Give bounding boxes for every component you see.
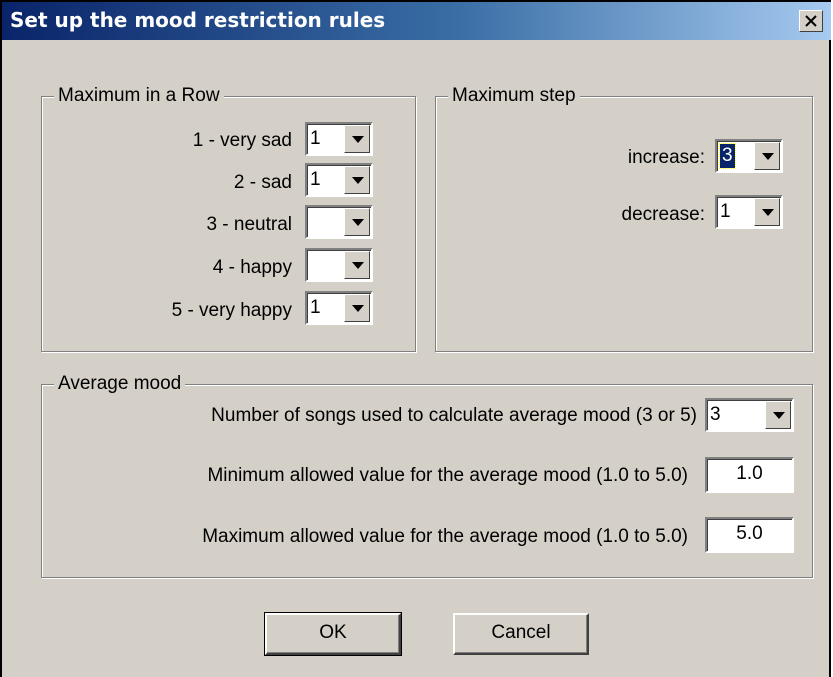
increase-dropdown-button[interactable] bbox=[754, 142, 780, 170]
happy-dropdown-button[interactable] bbox=[344, 251, 370, 279]
ok-button[interactable]: OK bbox=[264, 612, 402, 656]
very-happy-value: 1 bbox=[310, 297, 321, 318]
very-happy-dropdown-button[interactable] bbox=[344, 294, 370, 322]
increase-label: increase: bbox=[627, 147, 705, 168]
min-average-input[interactable]: 1.0 bbox=[705, 457, 794, 493]
average-mood-legend: Average mood bbox=[54, 373, 186, 395]
neutral-dropdown-button[interactable] bbox=[344, 208, 370, 236]
happy-select[interactable] bbox=[305, 248, 373, 282]
songs-count-value: 3 bbox=[710, 404, 721, 425]
close-icon bbox=[805, 15, 817, 27]
min-average-label: Minimum allowed value for the average mo… bbox=[207, 465, 688, 486]
decrease-value: 1 bbox=[720, 201, 731, 222]
row-label-happy: 4 - happy bbox=[212, 257, 292, 278]
max-in-row-legend: Maximum in a Row bbox=[54, 85, 224, 107]
very-happy-select[interactable]: 1 bbox=[305, 291, 373, 325]
close-button[interactable] bbox=[799, 10, 823, 32]
row-label-sad: 2 - sad bbox=[233, 172, 292, 193]
window-title: Set up the mood restriction rules bbox=[10, 8, 386, 32]
neutral-select[interactable] bbox=[305, 205, 373, 239]
songs-count-label: Number of songs used to calculate averag… bbox=[211, 405, 697, 426]
songs-count-select[interactable]: 3 bbox=[705, 398, 794, 432]
title-bar[interactable]: Set up the mood restriction rules bbox=[2, 2, 831, 40]
chevron-down-icon bbox=[762, 209, 774, 216]
decrease-dropdown-button[interactable] bbox=[754, 198, 780, 226]
max-step-legend: Maximum step bbox=[448, 85, 580, 107]
sad-select[interactable]: 1 bbox=[305, 163, 373, 197]
chevron-down-icon bbox=[352, 136, 364, 143]
max-average-input[interactable]: 5.0 bbox=[705, 517, 794, 553]
sad-value: 1 bbox=[310, 169, 321, 190]
cancel-button[interactable]: Cancel bbox=[453, 613, 589, 655]
chevron-down-icon bbox=[352, 305, 364, 312]
row-label-neutral: 3 - neutral bbox=[206, 214, 292, 235]
chevron-down-icon bbox=[773, 412, 785, 419]
chevron-down-icon bbox=[762, 153, 774, 160]
chevron-down-icon bbox=[352, 262, 364, 269]
decrease-label: decrease: bbox=[621, 204, 705, 225]
songs-count-dropdown-button[interactable] bbox=[765, 401, 791, 429]
row-label-very-happy: 5 - very happy bbox=[171, 300, 292, 321]
sad-dropdown-button[interactable] bbox=[344, 166, 370, 194]
very-sad-dropdown-button[interactable] bbox=[344, 125, 370, 153]
mood-restriction-dialog: Set up the mood restriction rules Maximu… bbox=[0, 0, 831, 677]
very-sad-select[interactable]: 1 bbox=[305, 122, 373, 156]
max-average-label: Maximum allowed value for the average mo… bbox=[202, 526, 688, 547]
decrease-select[interactable]: 1 bbox=[715, 195, 783, 229]
row-label-very-sad: 1 - very sad bbox=[192, 130, 292, 151]
chevron-down-icon bbox=[352, 177, 364, 184]
increase-value: 3 bbox=[719, 143, 736, 169]
very-sad-value: 1 bbox=[310, 128, 321, 149]
chevron-down-icon bbox=[352, 219, 364, 226]
increase-select[interactable]: 3 bbox=[715, 139, 783, 173]
